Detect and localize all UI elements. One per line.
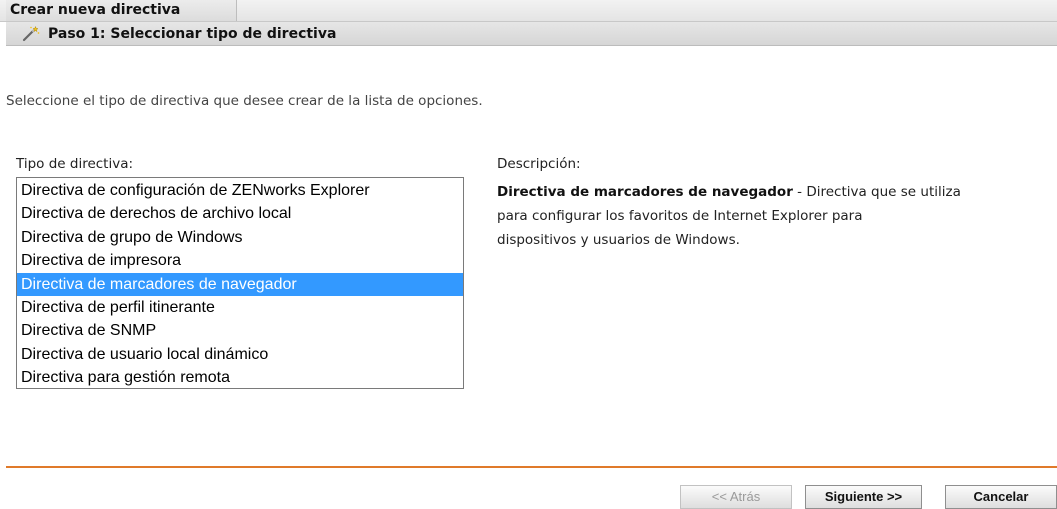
list-item[interactable]: Directiva de derechos de archivo local xyxy=(17,202,463,225)
description-policy-name: Directiva de marcadores de navegador xyxy=(497,184,793,200)
list-item[interactable]: Directiva de impresora xyxy=(17,249,463,272)
list-item-selected[interactable]: Directiva de marcadores de navegador xyxy=(17,272,463,296)
step-title: Paso 1: Seleccionar tipo de directiva xyxy=(48,26,337,42)
page-title-tab: Crear nueva directiva xyxy=(6,0,237,21)
cancel-button[interactable]: Cancelar xyxy=(945,485,1057,509)
list-item[interactable]: Directiva de configuración de ZENworks E… xyxy=(17,179,463,202)
next-button[interactable]: Siguiente >> xyxy=(805,485,922,509)
wand-icon xyxy=(22,25,40,42)
list-item[interactable]: Directiva de grupo de Windows xyxy=(17,226,463,249)
description-body: Directiva de marcadores de navegador - D… xyxy=(497,180,1057,252)
policy-type-label: Tipo de directiva: xyxy=(16,156,134,172)
back-button[interactable]: << Atrás xyxy=(680,485,792,509)
policy-type-listbox[interactable]: Directiva de configuración de ZENworks E… xyxy=(16,177,464,389)
step-header: Paso 1: Seleccionar tipo de directiva xyxy=(6,22,1057,46)
list-item[interactable]: Directiva de usuario local dinámico xyxy=(17,343,463,366)
list-item[interactable]: Directiva de perfil itinerante xyxy=(17,296,463,319)
footer-divider xyxy=(6,466,1057,468)
list-item[interactable]: Directiva de SNMP xyxy=(17,319,463,342)
list-item[interactable]: Directiva para gestión remota xyxy=(17,366,463,388)
description-text-line1: - Directiva que se utiliza xyxy=(792,184,961,200)
description-text-line2: para configurar los favoritos de Interne… xyxy=(497,208,863,224)
header-tab-bar: Crear nueva directiva xyxy=(0,0,1057,22)
description-text-line3: dispositivos y usuarios de Windows. xyxy=(497,232,740,248)
instructions-text: Seleccione el tipo de directiva que dese… xyxy=(6,93,483,109)
description-label: Descripción: xyxy=(497,156,581,172)
